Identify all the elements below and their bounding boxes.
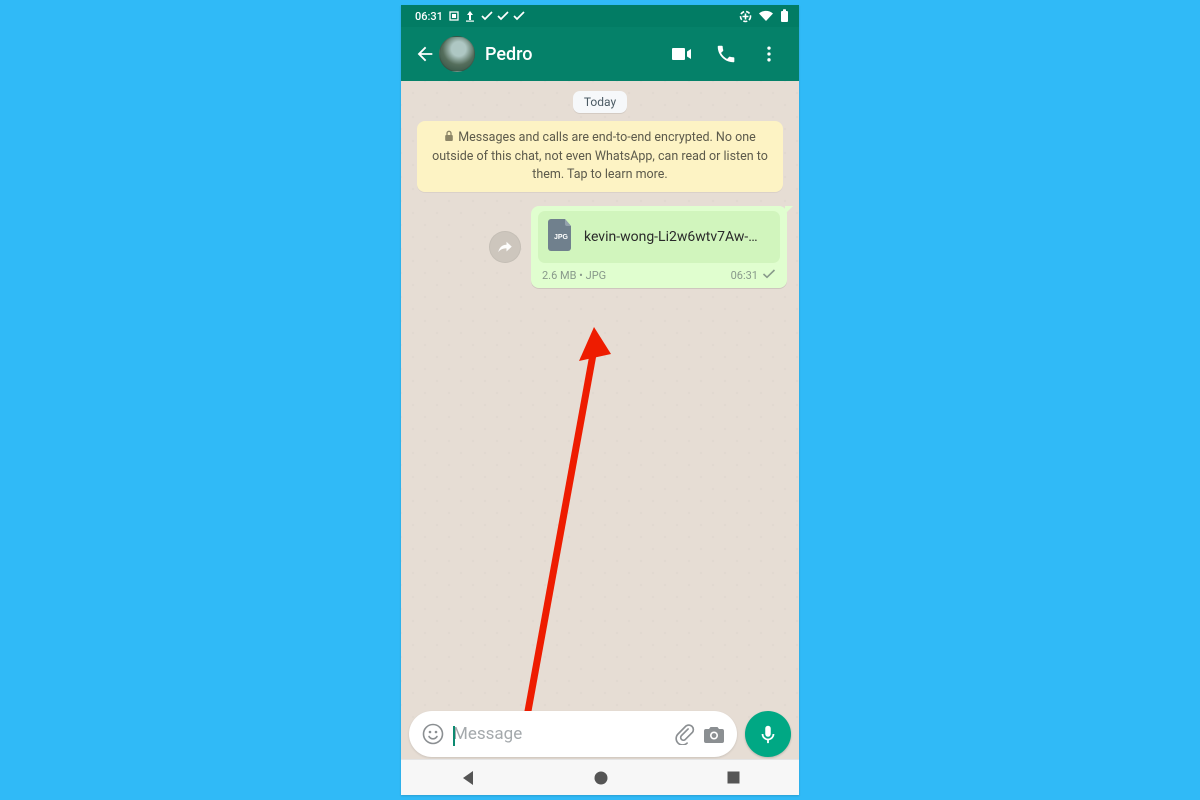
upload-icon	[465, 10, 475, 22]
contact-avatar[interactable]	[439, 36, 475, 72]
message-status-sent-icon	[762, 269, 776, 282]
camera-button[interactable]	[699, 723, 729, 745]
encryption-notice[interactable]: Messages and calls are end-to-end encryp…	[417, 121, 783, 192]
nav-home-button[interactable]	[593, 770, 609, 786]
voice-call-button[interactable]	[715, 43, 737, 65]
file-type-icon: JPG	[548, 219, 574, 255]
battery-icon	[780, 9, 789, 23]
checkmark-icons	[481, 11, 525, 21]
message-text-input[interactable]: Message	[447, 724, 669, 744]
attach-button[interactable]	[669, 723, 699, 745]
clock-label: 06:31	[415, 10, 443, 23]
file-name: kevin-wong-Li2w6wtv7Aw-…	[584, 229, 758, 245]
annotation-arrow	[486, 327, 666, 721]
file-attachment[interactable]: JPG kevin-wong-Li2w6wtv7Aw-…	[538, 211, 780, 263]
nav-recent-button[interactable]	[726, 770, 741, 785]
svg-text:JPG: JPG	[554, 234, 569, 241]
back-button[interactable]	[411, 34, 439, 74]
encryption-text: Messages and calls are end-to-end encryp…	[432, 130, 768, 182]
nav-back-button[interactable]	[459, 769, 477, 787]
text-cursor	[453, 726, 455, 746]
more-options-button[interactable]	[759, 44, 779, 64]
wifi-icon	[758, 10, 774, 22]
emoji-button[interactable]	[419, 722, 447, 746]
chat-header: Pedro	[401, 27, 799, 81]
date-chip: Today	[573, 91, 627, 113]
android-status-bar: 06:31	[401, 5, 799, 27]
data-saver-icon	[739, 10, 752, 23]
android-nav-bar	[401, 759, 799, 795]
video-call-button[interactable]	[669, 42, 693, 66]
sent-message-bubble[interactable]: JPG kevin-wong-Li2w6wtv7Aw-… 2.6 MB • JP…	[531, 206, 787, 288]
phone-frame: 06:31	[401, 5, 799, 795]
chat-area[interactable]: Today Messages and calls are end-to-end …	[401, 81, 799, 721]
message-input-container[interactable]: Message	[409, 711, 737, 757]
contact-name[interactable]: Pedro	[485, 44, 669, 65]
message-placeholder: Message	[453, 724, 522, 744]
message-composer: Message	[401, 709, 799, 759]
statusbar-indicator-icon	[449, 11, 459, 21]
lock-icon	[444, 130, 454, 148]
forward-button[interactable]	[489, 231, 521, 263]
voice-message-button[interactable]	[745, 711, 791, 757]
message-time: 06:31	[731, 269, 758, 282]
file-meta: 2.6 MB • JPG	[542, 269, 606, 282]
